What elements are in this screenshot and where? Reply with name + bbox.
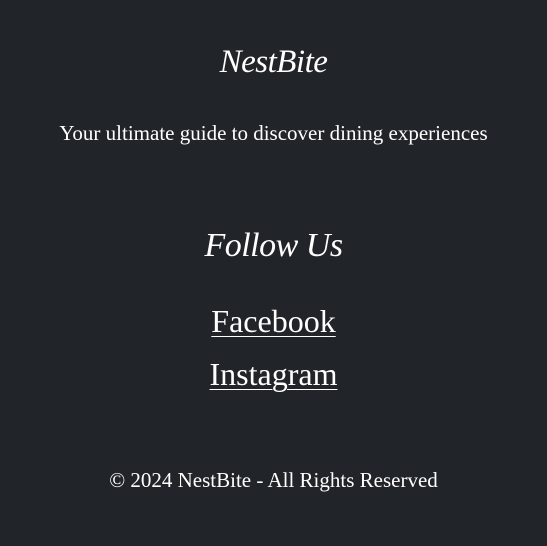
facebook-link[interactable]: Facebook [211, 301, 335, 341]
instagram-link[interactable]: Instagram [210, 354, 338, 394]
social-links: Facebook Instagram [0, 301, 547, 407]
site-footer: NestBite Your ultimate guide to discover… [0, 0, 547, 546]
follow-us-heading: Follow Us [204, 227, 343, 264]
brand-logo-text: NestBite [219, 44, 328, 80]
copyright-text: © 2024 NestBite - All Rights Reserved [109, 468, 438, 492]
tagline: Your ultimate guide to discover dining e… [59, 121, 488, 145]
